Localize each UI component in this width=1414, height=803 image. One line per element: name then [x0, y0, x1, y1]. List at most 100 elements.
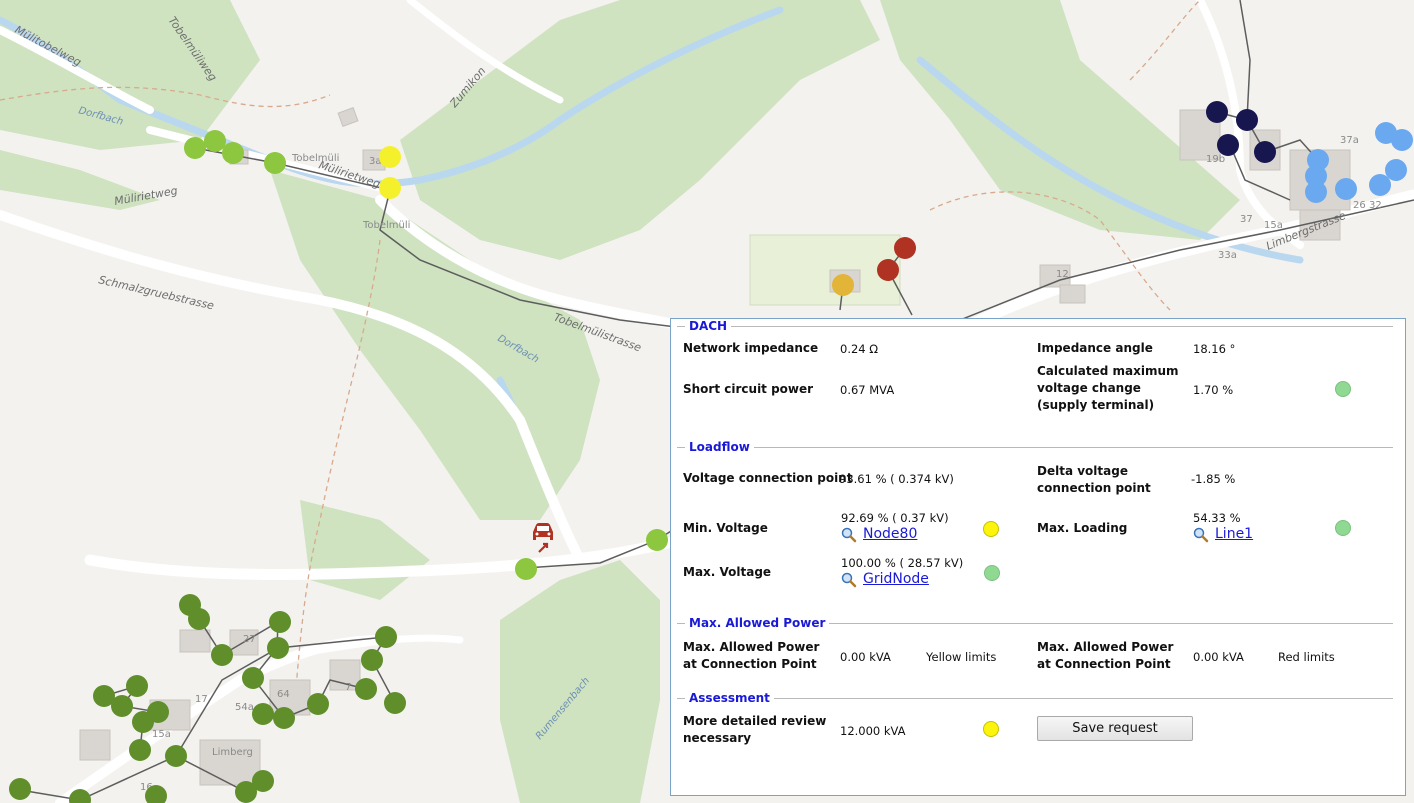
impedance-angle-label: Impedance angle — [1037, 341, 1153, 355]
svg-text:Limberg: Limberg — [212, 747, 253, 758]
node — [1385, 159, 1407, 181]
node — [222, 142, 244, 164]
node — [1254, 141, 1276, 163]
node — [111, 695, 133, 717]
max-voltage-change-value: 1.70 % — [1193, 383, 1234, 397]
svg-text:37a: 37a — [1340, 135, 1359, 146]
network-impedance-label: Network impedance — [683, 341, 819, 355]
node — [307, 693, 329, 715]
node — [165, 745, 187, 767]
node — [204, 130, 226, 152]
short-circuit-power-value: 0.67 MVA — [840, 383, 895, 397]
zoom-icon — [1193, 527, 1209, 542]
max-loading-status — [1335, 520, 1351, 536]
node — [235, 781, 257, 803]
min-voltage-node-link[interactable]: Node80 — [841, 526, 917, 543]
svg-text:12: 12 — [1056, 269, 1069, 280]
max-voltage-change-label: Calculated maximum voltage change (suppl… — [1037, 364, 1179, 412]
svg-text:Tobelmüli: Tobelmüli — [362, 220, 410, 231]
node — [1335, 178, 1357, 200]
node — [1206, 101, 1228, 123]
section-title: Max. Allowed Power — [685, 616, 830, 630]
svg-text:19b: 19b — [1206, 154, 1225, 165]
svg-text:15a: 15a — [152, 729, 171, 740]
node — [361, 649, 383, 671]
min-voltage-status — [983, 521, 999, 537]
node — [269, 611, 291, 633]
yellow-limit-note: Yellow limits — [926, 650, 997, 664]
section-assessment: Assessment — [677, 691, 1393, 705]
section-title: DACH — [685, 319, 732, 333]
node — [188, 608, 210, 630]
svg-text:26: 26 — [1353, 200, 1366, 211]
node — [126, 675, 148, 697]
node — [379, 177, 401, 199]
node — [384, 692, 406, 714]
node — [1305, 181, 1327, 203]
node — [211, 644, 233, 666]
svg-text:37: 37 — [1240, 214, 1253, 225]
impedance-angle-value: 18.16 ° — [1193, 342, 1236, 356]
svg-text:33a: 33a — [1218, 250, 1237, 261]
node — [273, 707, 295, 729]
node — [9, 778, 31, 800]
voltage-connection-point-label: Voltage connection point — [683, 471, 853, 485]
connection-assessment-panel: DACH Network impedance 0.24 Ω Impedance … — [670, 318, 1406, 796]
node — [184, 137, 206, 159]
node — [1217, 134, 1239, 156]
node — [379, 146, 401, 168]
node — [832, 274, 854, 296]
node-link-text[interactable]: Node80 — [863, 526, 917, 542]
node — [515, 558, 537, 580]
section-title: Assessment — [685, 691, 774, 705]
network-impedance-value: 0.24 Ω — [840, 342, 879, 356]
save-request-button[interactable]: Save request — [1037, 716, 1193, 741]
node — [242, 667, 264, 689]
max-loading-value: 54.33 % — [1193, 511, 1241, 525]
svg-text:54a: 54a — [235, 702, 254, 713]
min-voltage-value: 92.69 % ( 0.37 kV) — [841, 511, 949, 525]
node — [646, 529, 668, 551]
svg-text:7: 7 — [345, 682, 351, 693]
min-voltage-label: Min. Voltage — [683, 521, 768, 535]
yellow-limit-label: Max. Allowed Power at Connection Point — [683, 640, 820, 671]
delta-voltage-value: -1.85 % — [1191, 472, 1236, 486]
voltage-connection-point-value: 93.61 % ( 0.374 kV) — [839, 472, 954, 486]
node-link-text[interactable]: GridNode — [863, 571, 929, 587]
max-voltage-status — [984, 565, 1000, 581]
yellow-limit-value: 0.00 kVA — [840, 650, 891, 664]
node — [1369, 174, 1391, 196]
review-label: More detailed review necessary — [683, 714, 827, 745]
red-limit-label: Max. Allowed Power at Connection Point — [1037, 640, 1174, 671]
max-voltage-value: 100.00 % ( 28.57 kV) — [841, 556, 964, 570]
review-status — [983, 721, 999, 737]
node — [129, 739, 151, 761]
zoom-icon — [841, 572, 857, 587]
zoom-icon — [841, 527, 857, 542]
svg-text:Tobelmüli: Tobelmüli — [291, 153, 339, 164]
svg-text:32: 32 — [1369, 200, 1382, 211]
section-max-allowed-power: Max. Allowed Power — [677, 616, 1393, 630]
max-voltage-label: Max. Voltage — [683, 565, 772, 579]
svg-text:15a: 15a — [1264, 220, 1283, 231]
svg-text:64: 64 — [277, 689, 290, 700]
node — [252, 703, 274, 725]
max-voltage-node-link[interactable]: GridNode — [841, 571, 929, 588]
max-voltage-change-status — [1335, 381, 1351, 397]
node — [264, 152, 286, 174]
max-loading-line-link[interactable]: Line1 — [1193, 526, 1253, 543]
svg-text:27: 27 — [243, 634, 256, 645]
svg-text:17: 17 — [195, 694, 208, 705]
section-dach: DACH — [677, 319, 1393, 333]
section-title: Loadflow — [685, 440, 754, 454]
max-loading-label: Max. Loading — [1037, 521, 1128, 535]
delta-voltage-label: Delta voltage connection point — [1037, 464, 1151, 495]
short-circuit-power-label: Short circuit power — [683, 382, 814, 396]
section-loadflow: Loadflow — [677, 440, 1393, 454]
line-link-text[interactable]: Line1 — [1215, 526, 1253, 542]
node — [132, 711, 154, 733]
node — [894, 237, 916, 259]
node — [1391, 129, 1413, 151]
node — [1236, 109, 1258, 131]
node — [267, 637, 289, 659]
